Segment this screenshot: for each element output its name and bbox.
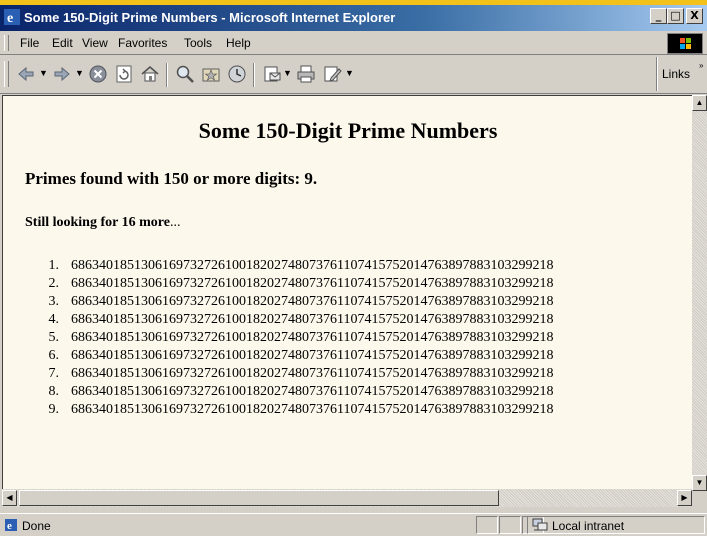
primes-found-label: Primes found with 150 or more digits: 9. [25,169,318,188]
search-icon[interactable] [175,64,195,84]
status-pane [476,516,498,534]
menu-file[interactable]: File [20,36,39,50]
toolbar-separator [253,63,255,87]
window-title: Some 150-Digit Prime Numbers - Microsoft… [24,10,396,25]
prime-index: 8. [48,384,60,399]
scroll-right-icon[interactable]: ▶ [677,490,692,506]
close-button[interactable]: X [686,8,703,24]
refresh-icon[interactable] [114,64,134,84]
prime-index: 3. [48,294,60,309]
still-looking-ellipsis: ... [169,215,181,230]
prime-index: 5. [48,330,60,345]
menu-favorites[interactable]: Favorites [118,36,167,50]
favorites-icon[interactable] [201,64,221,84]
back-dropdown-icon[interactable]: ▼ [39,68,48,78]
browser-window: e Some 150-Digit Prime Numbers - Microso… [0,5,707,536]
maximize-button[interactable]: □ [667,8,684,24]
horizontal-scroll-thumb[interactable] [19,490,499,506]
page-heading: Some 150-Digit Prime Numbers [198,118,498,143]
mail-icon[interactable] [262,64,282,84]
prime-index: 1. [48,258,60,273]
page-content: Some 150-Digit Prime Numbers Primes foun… [2,95,693,489]
home-icon[interactable] [140,64,160,84]
stop-icon[interactable] [88,64,108,84]
back-icon[interactable] [16,64,36,84]
page-done-icon: e [5,519,17,532]
windows-logo-icon [667,33,703,54]
scroll-down-icon[interactable]: ▼ [692,475,707,491]
still-looking-label: Still looking for 16 more... [25,215,180,231]
toolbar-separator [166,63,168,87]
prime-value: 6863401851306169732726100182027480737611… [71,366,554,381]
intranet-zone-icon [532,518,548,531]
prime-index: 2. [48,276,60,291]
status-text: Done [22,519,51,533]
prime-value: 6863401851306169732726100182027480737611… [71,276,554,291]
horizontal-scrollbar[interactable]: ◀ ▶ [2,489,692,507]
scroll-up-icon[interactable]: ▲ [692,95,707,111]
svg-text:e: e [7,11,13,25]
scroll-left-icon[interactable]: ◀ [2,490,17,506]
forward-icon[interactable] [52,64,72,84]
prime-value: 6863401851306169732726100182027480737611… [71,258,554,273]
prime-index: 9. [48,402,60,417]
still-looking-text: Still looking for 16 more [25,215,170,230]
prime-index: 7. [48,366,60,381]
menubar-grip [4,35,9,51]
prime-index: 4. [48,312,60,327]
edit-icon[interactable] [322,64,342,84]
prime-value: 6863401851306169732726100182027480737611… [71,384,554,399]
prime-value: 6863401851306169732726100182027480737611… [71,330,554,345]
mail-dropdown-icon[interactable]: ▼ [283,68,292,78]
menu-edit[interactable]: Edit [52,36,73,50]
menu-view[interactable]: View [82,36,108,50]
status-pane [499,516,521,534]
history-icon[interactable] [227,64,247,84]
menu-tools[interactable]: Tools [184,36,212,50]
menu-bar: File Edit View Favorites Tools Help [0,32,707,55]
vertical-scrollbar[interactable]: ▲ ▼ [692,95,707,491]
svg-text:e: e [7,520,12,532]
ie-logo-icon: e [4,9,20,25]
print-icon[interactable] [296,64,316,84]
minimize-button[interactable]: _ [650,8,667,24]
zone-label: Local intranet [552,519,625,533]
status-bar: e Done Local intranet [0,513,707,536]
prime-index: 6. [48,348,60,363]
prime-value: 6863401851306169732726100182027480737611… [71,294,554,309]
prime-value: 6863401851306169732726100182027480737611… [71,402,554,417]
toolbar-grip [4,61,9,87]
edit-dropdown-icon[interactable]: ▼ [345,68,354,78]
title-bar: e Some 150-Digit Prime Numbers - Microso… [0,5,707,31]
toolbar-separator [656,57,658,91]
prime-value: 6863401851306169732726100182027480737611… [71,348,554,363]
links-button[interactable]: Links [662,67,690,81]
menu-help[interactable]: Help [226,36,251,50]
standard-toolbar: ▼ ▼ ▼ ▼ Links » [0,55,707,94]
zone-pane: Local intranet [527,516,705,534]
links-chevron-icon[interactable]: » [699,61,703,70]
forward-dropdown-icon[interactable]: ▼ [75,68,84,78]
prime-value: 6863401851306169732726100182027480737611… [71,312,554,327]
